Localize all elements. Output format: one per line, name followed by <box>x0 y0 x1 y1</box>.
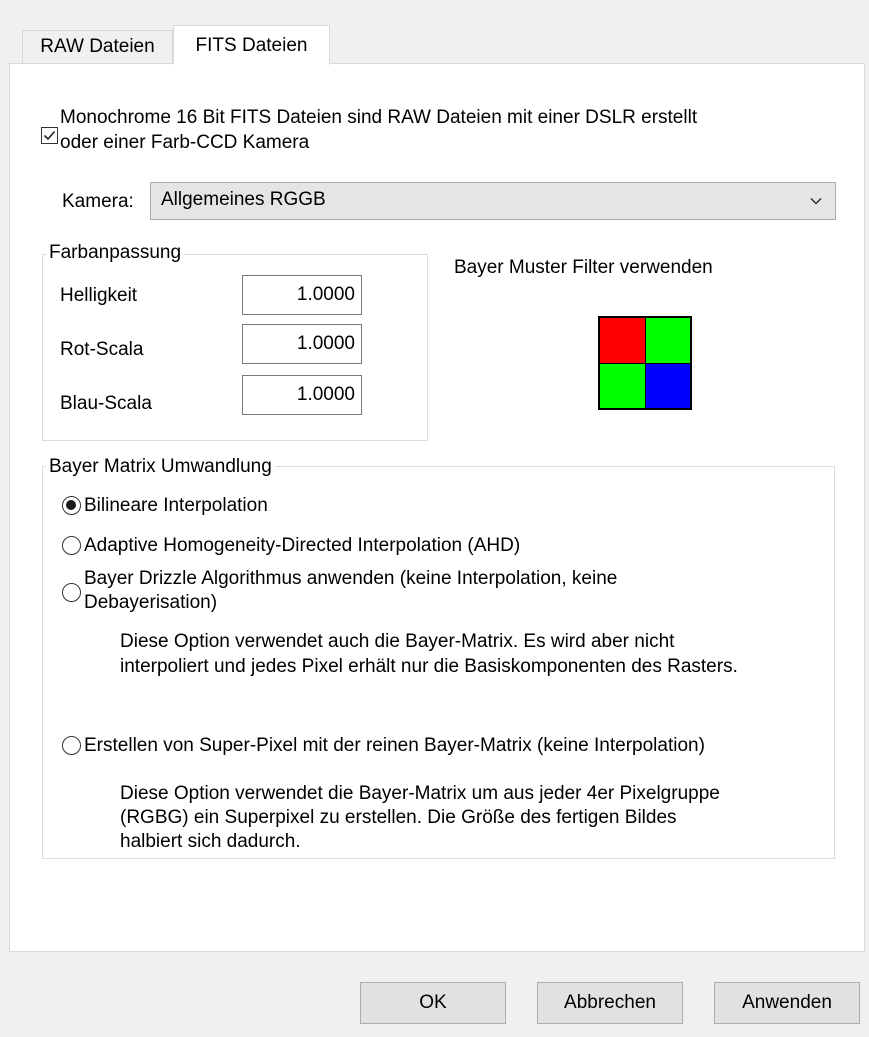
camera-label: Kamera: <box>62 191 134 212</box>
bayer-cell-blue <box>645 363 690 408</box>
bayer-matrix-title: Bayer Matrix Umwandlung <box>46 455 275 478</box>
bilinear-radio[interactable] <box>62 496 81 515</box>
blue-scale-input[interactable]: 1.0000 <box>242 375 362 415</box>
brightness-label: Helligkeit <box>60 285 138 306</box>
superpixel-label: Erstellen von Super-Pixel mit der reinen… <box>84 735 705 756</box>
bilinear-label: Bilineare Interpolation <box>84 495 268 516</box>
checkmark-icon <box>43 130 56 141</box>
camera-select[interactable]: Allgemeines RGGB <box>150 182 836 220</box>
ok-button-label: OK <box>419 992 447 1013</box>
bayer-cell-red <box>600 318 645 363</box>
superpixel-radio[interactable] <box>62 736 81 755</box>
mono-fits-label-line1: Monochrome 16 Bit FITS Dateien sind RAW … <box>60 107 698 128</box>
bayer-cell-green <box>645 318 690 363</box>
blue-scale-label: Blau-Scala <box>60 393 152 414</box>
ahd-label: Adaptive Homogeneity-Directed Interpolat… <box>84 535 521 556</box>
drizzle-label-line2: Debayerisation) <box>84 592 218 613</box>
drizzle-radio[interactable] <box>62 583 81 602</box>
camera-select-value: Allgemeines RGGB <box>161 189 326 210</box>
brightness-input[interactable]: 1.0000 <box>242 275 362 315</box>
bayer-cell-green <box>600 363 645 408</box>
dialog-content: Monochrome 16 Bit FITS Dateien sind RAW … <box>0 0 869 1037</box>
ok-button[interactable]: OK <box>360 982 506 1024</box>
apply-button-label: Anwenden <box>742 992 832 1013</box>
drizzle-desc-line1: Diese Option verwendet auch die Bayer-Ma… <box>120 631 675 652</box>
red-scale-input[interactable]: 1.0000 <box>242 324 362 364</box>
drizzle-label-line1: Bayer Drizzle Algorithmus anwenden (kein… <box>84 568 618 589</box>
red-scale-label: Rot-Scala <box>60 339 144 360</box>
ahd-radio[interactable] <box>62 536 81 555</box>
bayer-pattern-preview <box>598 316 692 410</box>
apply-button[interactable]: Anwenden <box>714 982 860 1024</box>
mono-fits-label-line2: oder einer Farb-CCD Kamera <box>60 132 310 153</box>
bayer-filter-label: Bayer Muster Filter verwenden <box>454 257 713 278</box>
superpixel-desc-line3: halbiert sich dadurch. <box>120 831 301 852</box>
drizzle-desc-line2: interpoliert und jedes Pixel erhält nur … <box>120 656 738 677</box>
mono-fits-checkbox[interactable] <box>41 127 58 144</box>
cancel-button[interactable]: Abbrechen <box>537 982 683 1024</box>
superpixel-desc-line1: Diese Option verwendet die Bayer-Matrix … <box>120 783 720 804</box>
cancel-button-label: Abbrechen <box>564 992 656 1013</box>
chevron-down-icon <box>810 197 822 205</box>
superpixel-desc-line2: (RGBG) ein Superpixel zu erstellen. Die … <box>120 807 677 828</box>
color-adjust-title: Farbanpassung <box>46 241 185 264</box>
